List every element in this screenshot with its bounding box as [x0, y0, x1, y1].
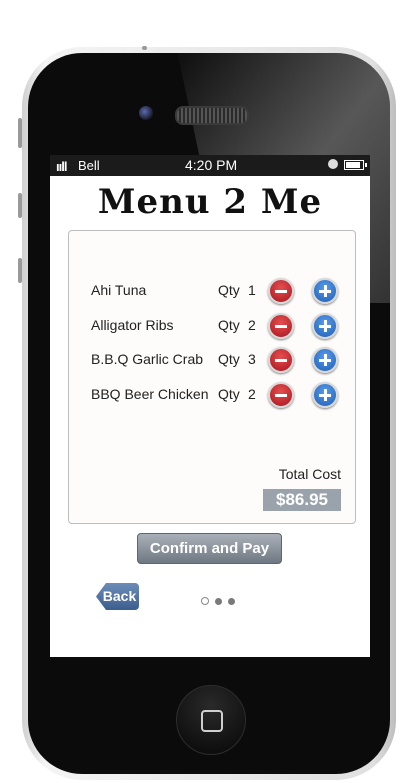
app-screen: Menu 2 Me Ahi Tuna Qty 1 Alligator Ribs … — [50, 176, 370, 657]
plus-circle-icon[interactable] — [312, 278, 338, 304]
minus-circle-icon[interactable] — [268, 278, 294, 304]
page-dot[interactable] — [201, 597, 209, 605]
item-name: Alligator Ribs — [91, 317, 174, 333]
power-button — [142, 46, 147, 50]
page-indicator[interactable] — [201, 592, 241, 610]
item-name: Ahi Tuna — [91, 282, 147, 298]
app-title: Menu 2 Me — [97, 182, 323, 222]
front-camera-icon — [139, 106, 153, 120]
minus-circle-icon[interactable] — [268, 382, 294, 408]
page-dot[interactable] — [215, 598, 222, 605]
item-name: B.B.Q Garlic Crab — [91, 351, 204, 367]
volume-down-button — [18, 258, 22, 283]
order-item-row: Ahi Tuna Qty 1 — [91, 276, 347, 304]
qty-value: 2 — [248, 317, 256, 333]
battery-icon — [344, 160, 367, 170]
carrier-name: Bell — [78, 158, 100, 173]
qty-label: Qty — [218, 351, 240, 367]
confirm-and-pay-button[interactable]: Confirm and Pay — [137, 533, 282, 564]
plus-circle-icon[interactable] — [312, 382, 338, 408]
status-bar: ııll Bell 4:20 PM — [50, 155, 370, 176]
volume-up-button — [18, 193, 22, 218]
qty-label: Qty — [218, 317, 240, 333]
minus-circle-icon[interactable] — [268, 313, 294, 339]
order-item-row: BBQ Beer Chicken Qty 2 — [91, 380, 347, 408]
page-dot[interactable] — [228, 598, 235, 605]
mute-switch — [18, 118, 22, 148]
qty-label: Qty — [218, 282, 240, 298]
home-button-icon[interactable] — [176, 685, 246, 755]
plus-circle-icon[interactable] — [312, 313, 338, 339]
order-panel: Ahi Tuna Qty 1 Alligator Ribs Qty 2 B.B.… — [68, 230, 356, 524]
back-button[interactable]: Back — [96, 583, 139, 610]
order-item-row: B.B.Q Garlic Crab Qty 3 — [91, 345, 347, 373]
plus-circle-icon[interactable] — [312, 347, 338, 373]
qty-value: 1 — [248, 282, 256, 298]
home-square-icon — [201, 710, 223, 732]
alarm-icon — [328, 159, 338, 169]
order-item-row: Alligator Ribs Qty 2 — [91, 311, 347, 339]
total-cost-label: Total Cost — [278, 466, 341, 482]
earpiece-speaker — [175, 106, 249, 125]
battery-level — [346, 162, 360, 168]
status-time: 4:20 PM — [185, 157, 238, 173]
minus-circle-icon[interactable] — [268, 347, 294, 373]
qty-value: 3 — [248, 351, 256, 367]
total-cost-value: $86.95 — [263, 489, 341, 511]
item-name: BBQ Beer Chicken — [91, 386, 209, 402]
qty-label: Qty — [218, 386, 240, 402]
qty-value: 2 — [248, 386, 256, 402]
signal-icon: ııll — [56, 159, 67, 174]
